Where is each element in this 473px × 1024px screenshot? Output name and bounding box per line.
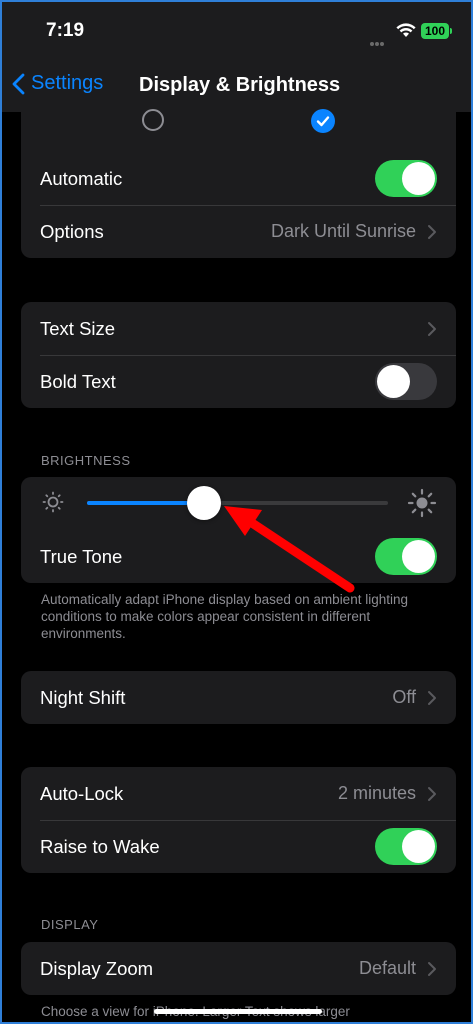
- raise-to-wake-label: Raise to Wake: [40, 835, 160, 857]
- auto-lock-label: Auto-Lock: [40, 782, 124, 804]
- chevron-left-icon: [12, 73, 25, 94]
- raise-to-wake-toggle[interactable]: [375, 828, 437, 865]
- cellular-signal-icon: [370, 33, 388, 64]
- options-row[interactable]: Options Dark Until Sunrise: [21, 205, 456, 258]
- true-tone-footer: Automatically adapt iPhone display based…: [41, 592, 408, 641]
- home-indicator: [154, 1009, 322, 1014]
- sun-small-icon: [42, 491, 64, 513]
- options-label: Options: [40, 220, 104, 242]
- checkmark-icon: [316, 116, 330, 127]
- sun-large-icon: [407, 488, 437, 518]
- appearance-picker: [21, 112, 456, 152]
- display-zoom-label: Display Zoom: [40, 957, 154, 979]
- wifi-icon: [396, 23, 416, 37]
- brightness-group: True Tone: [21, 477, 456, 583]
- back-label: Settings: [31, 72, 104, 94]
- text-group: Text Size Bold Text: [21, 302, 456, 408]
- text-size-row[interactable]: Text Size: [21, 302, 456, 355]
- night-shift-group: Night Shift Off: [21, 671, 456, 724]
- bold-text-row: Bold Text: [21, 355, 456, 408]
- battery-icon: 100: [421, 23, 452, 39]
- status-time: 7:19: [46, 20, 85, 41]
- display-group: Display Zoom Default: [21, 942, 456, 995]
- brightness-thumb[interactable]: [187, 486, 222, 520]
- chevron-right-icon: [428, 224, 436, 239]
- raise-to-wake-row: Raise to Wake: [21, 820, 456, 873]
- automatic-label: Automatic: [40, 167, 123, 189]
- page-title: Display & Brightness: [139, 74, 341, 96]
- dark-mode-radio[interactable]: [311, 109, 335, 133]
- chevron-right-icon: [428, 786, 436, 801]
- bold-text-toggle[interactable]: [375, 363, 437, 400]
- light-mode-radio[interactable]: [142, 109, 164, 131]
- true-tone-label: True Tone: [40, 545, 123, 567]
- brightness-header: BRIGHTNESS: [41, 453, 131, 468]
- night-shift-value: Off: [392, 687, 416, 707]
- chevron-right-icon: [428, 690, 436, 705]
- options-value: Dark Until Sunrise: [270, 221, 416, 241]
- lock-group: Auto-Lock 2 minutes Raise to Wake: [21, 767, 456, 873]
- bold-text-label: Bold Text: [40, 370, 116, 392]
- night-shift-label: Night Shift: [40, 686, 126, 708]
- auto-lock-value: 2 minutes: [337, 783, 416, 803]
- display-header: DISPLAY: [41, 917, 99, 932]
- brightness-slider[interactable]: [87, 486, 388, 520]
- back-button[interactable]: Settings: [12, 72, 103, 95]
- display-zoom-row[interactable]: Display Zoom Default: [21, 942, 456, 995]
- status-bar: 7:19 100: [2, 2, 471, 64]
- chevron-right-icon: [428, 321, 436, 336]
- automatic-toggle[interactable]: [375, 160, 437, 197]
- chevron-right-icon: [428, 961, 436, 976]
- automatic-row: Automatic: [21, 152, 456, 205]
- display-zoom-value: Default: [358, 958, 416, 978]
- appearance-group: Automatic Options Dark Until Sunrise: [21, 152, 456, 258]
- brightness-slider-row: [21, 477, 456, 530]
- navigation-bar: Settings Display & Brightness: [2, 60, 471, 112]
- night-shift-row[interactable]: Night Shift Off: [21, 671, 456, 724]
- screen: 7:19 100 Settings Display & Brightness A…: [0, 0, 473, 1024]
- text-size-label: Text Size: [40, 317, 116, 339]
- true-tone-row: True Tone: [21, 530, 456, 583]
- auto-lock-row[interactable]: Auto-Lock 2 minutes: [21, 767, 456, 820]
- true-tone-toggle[interactable]: [375, 538, 437, 575]
